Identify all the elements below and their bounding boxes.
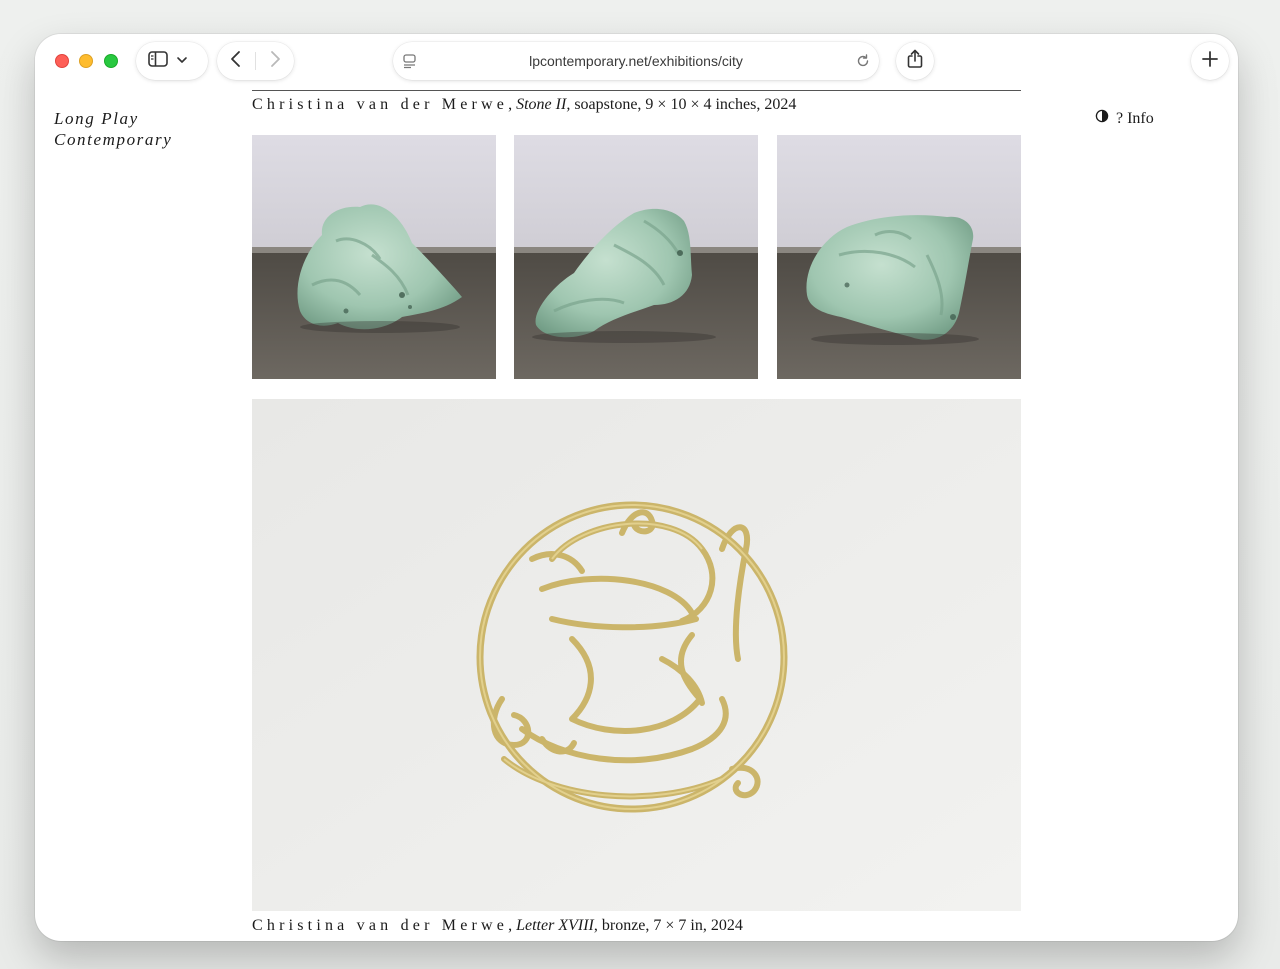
forward-icon[interactable] [268, 50, 282, 73]
site-title-link[interactable]: Long Play Contemporary [54, 108, 172, 150]
artwork-title: Stone II, [516, 96, 571, 113]
info-link[interactable]: ? Info [1095, 109, 1154, 128]
page-menu-icon[interactable] [402, 53, 418, 74]
site-title-line1: Long Play [54, 109, 139, 128]
nav-divider [255, 52, 256, 70]
plus-icon [1202, 50, 1218, 72]
address-bar[interactable]: lpcontemporary.net/exhibitions/city [393, 42, 879, 80]
artist-name: Christina van der Merwe [252, 917, 509, 934]
artwork-details: soapstone, 9 × 10 × 4 inches, 2024 [570, 96, 797, 113]
browser-toolbar: lpcontemporary.net/exhibitions/city [35, 34, 1238, 90]
minimize-window-button[interactable] [79, 54, 93, 68]
info-label: ? Info [1116, 109, 1154, 127]
reload-icon[interactable] [855, 53, 871, 74]
artwork-details: , bronze, 7 × 7 in, 2024 [593, 917, 743, 934]
caption-separator: , [508, 96, 517, 113]
browser-window: lpcontemporary.net/exhibitions/city Long… [35, 34, 1238, 941]
url-text[interactable]: lpcontemporary.net/exhibitions/city [529, 53, 743, 69]
zoom-window-button[interactable] [104, 54, 118, 68]
back-icon[interactable] [229, 50, 243, 73]
site-title-line2: Contemporary [54, 130, 173, 149]
artwork-title: Letter XVIII [516, 917, 594, 934]
half-circle-icon [1095, 109, 1109, 128]
artist-name: Christina van der Merwe [252, 96, 509, 113]
divider [252, 90, 1021, 91]
artwork-image-letter-xviii[interactable] [252, 399, 1021, 911]
chevron-down-icon[interactable] [176, 52, 188, 70]
caption-separator: , [508, 917, 517, 934]
artwork-image-stone-view-3[interactable] [777, 135, 1021, 379]
share-icon [906, 49, 924, 74]
close-window-button[interactable] [55, 54, 69, 68]
artwork-image-stone-view-1[interactable] [252, 135, 496, 379]
artwork-caption: Christina van der Merwe, Stone II, soaps… [252, 96, 796, 114]
navigation-buttons [217, 42, 294, 80]
artwork-image-stone-view-2[interactable] [514, 135, 758, 379]
share-button[interactable] [896, 42, 934, 80]
new-tab-button[interactable] [1191, 42, 1229, 80]
sidebar-toggle-button[interactable] [136, 42, 208, 80]
artwork-caption: Christina van der Merwe, Letter XVIII, b… [252, 917, 743, 935]
sidebar-icon [148, 50, 168, 72]
